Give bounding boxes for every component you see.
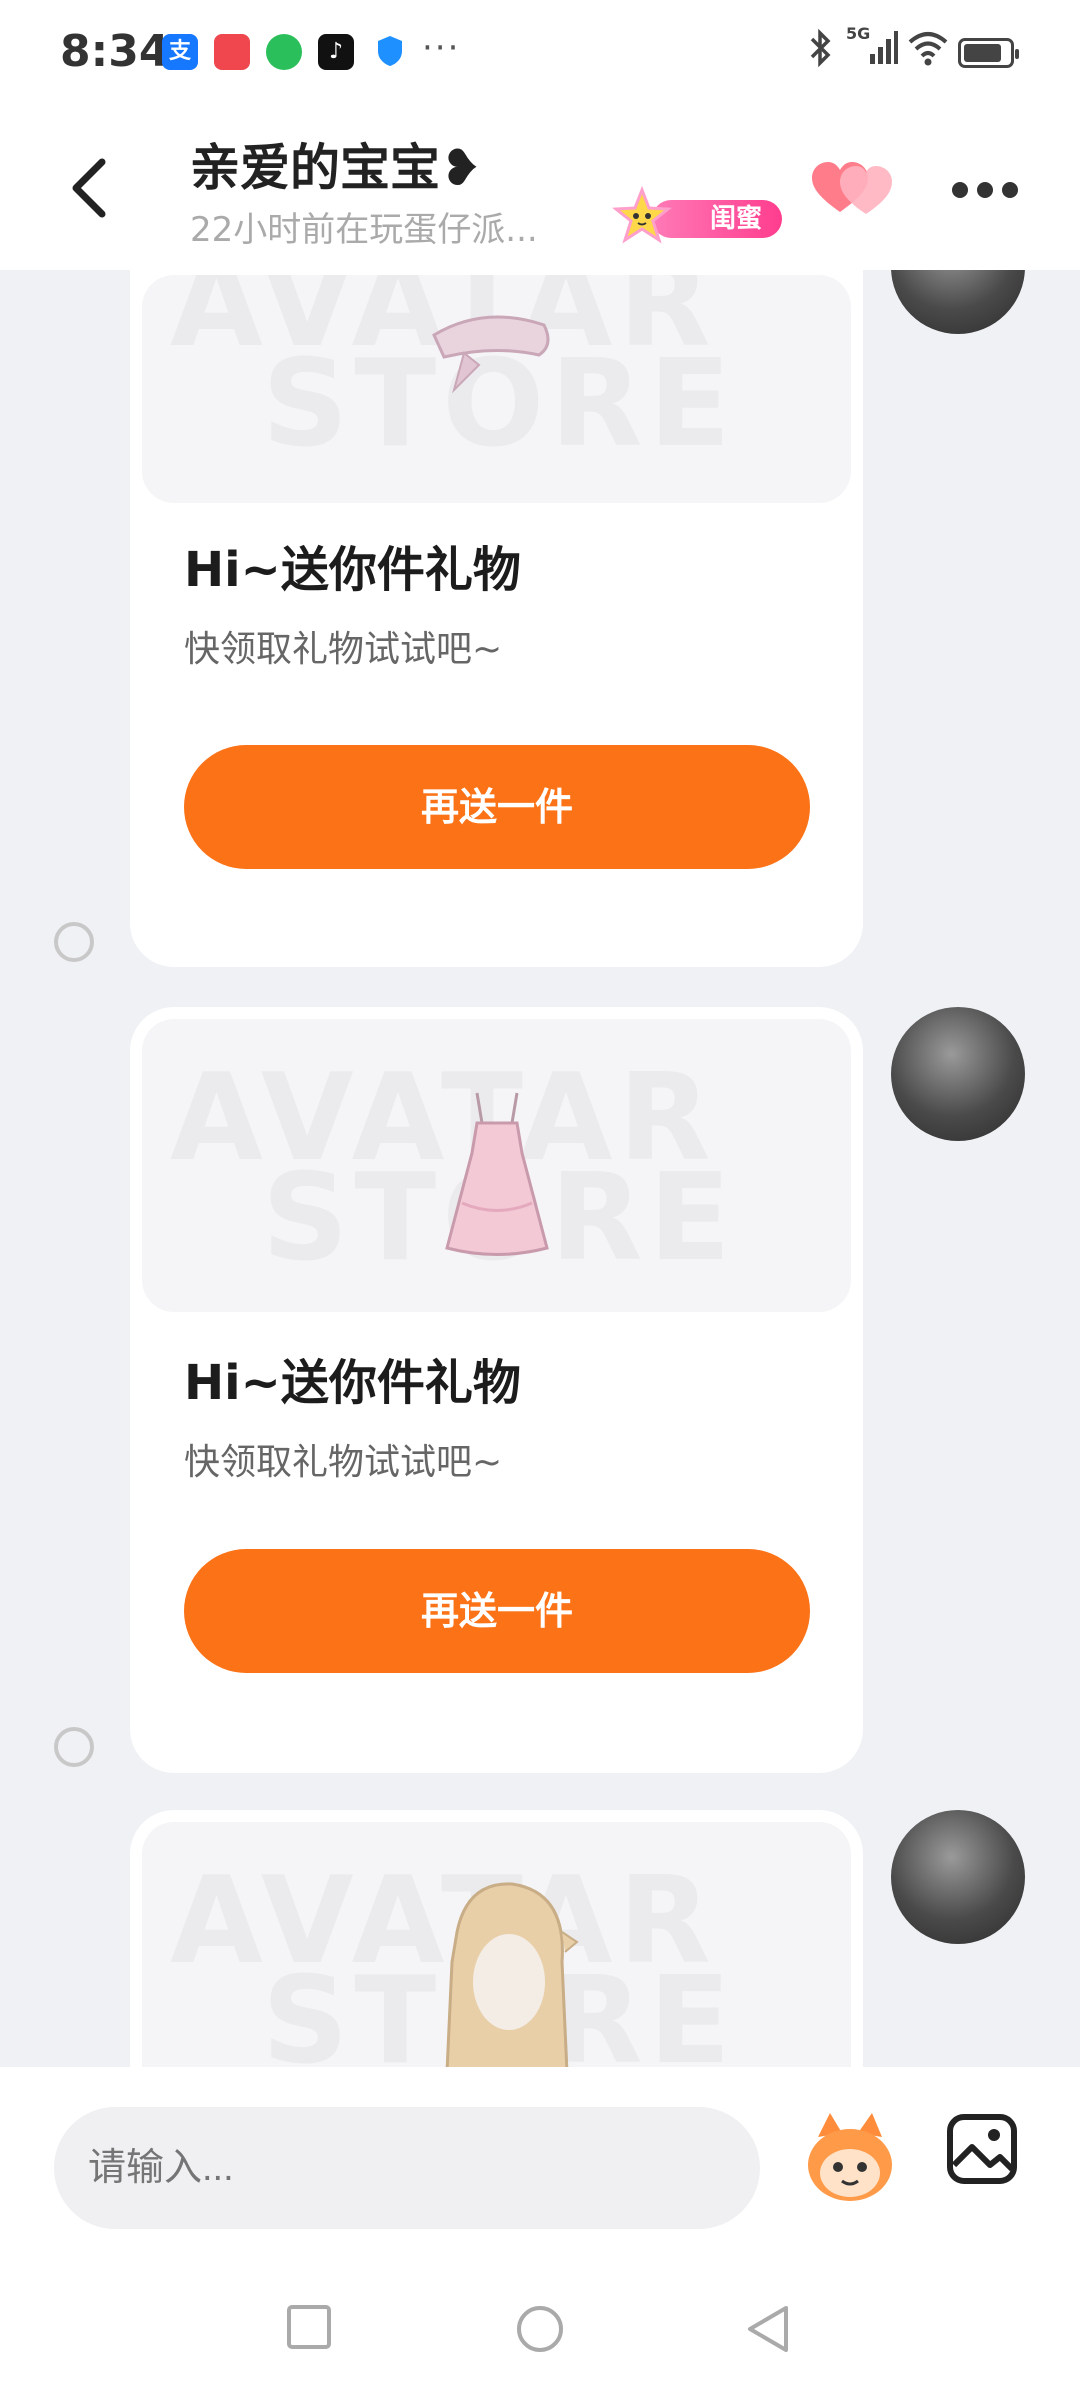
avatar[interactable] xyxy=(891,270,1025,334)
egg-mascot-icon[interactable] xyxy=(800,2107,900,2207)
gift-message-desc: 快领取礼物试试吧~ xyxy=(184,629,503,670)
message-select-checkbox[interactable] xyxy=(54,1727,94,1767)
back-button[interactable] xyxy=(62,148,122,228)
gift-message-card: AVATAR STORE xyxy=(130,1810,863,2067)
status-time: 8:34 xyxy=(60,26,170,77)
avatar[interactable] xyxy=(891,1007,1025,1141)
star-mascot-icon xyxy=(612,186,672,244)
contact-status: 22小时前在玩蛋仔派... xyxy=(190,210,538,250)
gift-message-desc: 快领取礼物试试吧~ xyxy=(184,1442,503,1483)
message-select-checkbox[interactable] xyxy=(54,922,94,962)
wifi-icon xyxy=(906,28,950,77)
input-bar xyxy=(0,2067,1080,2268)
hair-accessory-image xyxy=(432,315,550,394)
shield-icon xyxy=(372,34,408,70)
relationship-badge[interactable]: 闺蜜 xyxy=(612,186,782,244)
home-button[interactable] xyxy=(515,2304,565,2358)
chat-header: 亲爱的宝宝❥ 22小时前在玩蛋仔派... 闺蜜 xyxy=(0,108,1080,270)
blonde-hair-image xyxy=(445,1882,579,2067)
intimacy-hearts-icon[interactable] xyxy=(810,156,894,220)
image-picker-icon[interactable] xyxy=(946,2113,1018,2185)
status-bar: 8:34 支 ♪ ··· 5G xyxy=(0,0,1080,108)
more-notifications-icon: ··· xyxy=(422,28,461,68)
recent-apps-button[interactable] xyxy=(286,2304,332,2354)
alipay-icon: 支 xyxy=(162,34,198,70)
tiktok-icon: ♪ xyxy=(318,34,354,70)
avatar[interactable] xyxy=(891,1810,1025,1944)
chat-messages[interactable]: AVATAR STORE Hi~送你件礼物 快领取礼物试试吧~ 再送一件 AVA… xyxy=(0,270,1080,2067)
contact-name[interactable]: 亲爱的宝宝❥ xyxy=(190,128,482,200)
gift-item-image[interactable]: AVATAR STORE xyxy=(142,1822,851,2067)
gift-message-card: AVATAR STORE Hi~送你件礼物 快领取礼物试试吧~ 再送一件 xyxy=(130,270,863,967)
system-nav-bar xyxy=(0,2268,1080,2388)
message-input[interactable] xyxy=(54,2107,760,2229)
battery-icon xyxy=(958,38,1019,68)
gift-message-heading: Hi~送你件礼物 xyxy=(184,542,521,598)
shopping-icon xyxy=(214,34,250,70)
battery-level xyxy=(964,44,1001,62)
gift-message-heading: Hi~送你件礼物 xyxy=(184,1355,521,1411)
send-again-button[interactable]: 再送一件 xyxy=(184,1549,810,1673)
gift-message-card: AVATAR STORE Hi~送你件礼物 快领取礼物试试吧~ 再送一件 xyxy=(130,1007,863,1773)
gift-item-image[interactable]: AVATAR STORE xyxy=(142,1019,851,1312)
pink-dress-image xyxy=(445,1092,549,1256)
more-options-button[interactable] xyxy=(952,178,1018,202)
bluetooth-icon xyxy=(806,28,834,77)
gift-item-image[interactable]: AVATAR STORE xyxy=(142,275,851,503)
wechat-icon xyxy=(266,34,302,70)
back-nav-button[interactable] xyxy=(746,2304,790,2358)
send-again-button[interactable]: 再送一件 xyxy=(184,745,810,869)
